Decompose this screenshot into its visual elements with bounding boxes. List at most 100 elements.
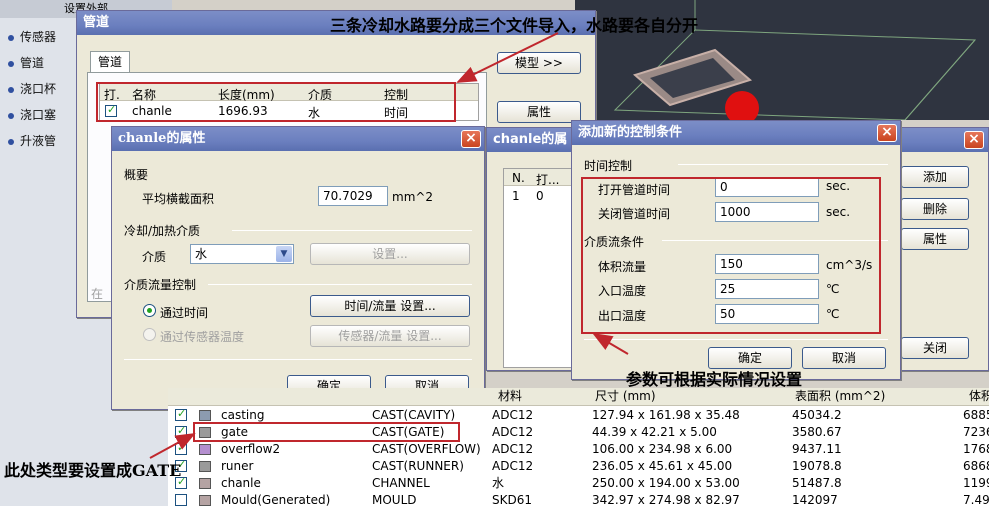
medium-select-value: 水 <box>195 247 208 261</box>
cell-name: chanle <box>221 476 261 490</box>
sidebar-item-label: 传感器 <box>20 30 57 44</box>
bullet-icon <box>8 86 14 93</box>
close-icon[interactable]: × <box>877 124 897 142</box>
model-button[interactable]: 模型 >> <box>497 52 581 74</box>
chanle-properties-title: chanle的属性 <box>112 127 484 151</box>
radio-sensor-label: 通过传感器温度 <box>160 330 245 344</box>
add-button[interactable]: 添加 <box>901 166 969 188</box>
cell-type: CHANNEL <box>372 476 430 490</box>
cancel-button[interactable]: 取消 <box>802 347 886 369</box>
close-icon[interactable]: × <box>964 131 984 149</box>
row-checkbox[interactable] <box>175 424 187 438</box>
properties-button[interactable]: 属性 <box>901 228 969 250</box>
row-checkbox[interactable] <box>175 441 187 455</box>
cell-vol: 7.49 <box>963 493 989 506</box>
sidebar-item-label: 浇口塞 <box>20 108 57 122</box>
table-row[interactable]: Mould(Generated) MOULD SKD61 342.97 x 274.9… <box>168 492 989 506</box>
sidebar-item-riser[interactable]: 升液管 <box>8 132 56 149</box>
cell-name: Mould(Generated) <box>221 493 331 506</box>
sidebar-item-sprue-cup[interactable]: 浇口杯 <box>8 80 56 97</box>
cell-material: 水 <box>492 476 505 490</box>
divider <box>124 359 472 360</box>
area-input[interactable]: 70.7029 <box>318 186 388 206</box>
color-swatch[interactable] <box>199 410 211 421</box>
cell-type: MOULD <box>372 493 417 506</box>
cell-material: ADC12 <box>492 442 534 456</box>
bullet-icon <box>8 60 14 67</box>
annotation-params: 参数可根据实际情况设置 <box>626 370 803 389</box>
chevron-down-icon[interactable]: ▼ <box>276 246 292 262</box>
sidebar-item-label: 管道 <box>20 56 45 70</box>
col-area: 表面积 (mm^2) <box>795 389 886 403</box>
sensor-flow-settings-button[interactable]: 传感器/流量 设置... <box>310 325 470 347</box>
area-label: 平均横截面积 <box>142 192 215 206</box>
sidebar-item-label: 浇口杯 <box>20 82 57 96</box>
col-volume: 体积 <box>969 389 989 403</box>
col-open: 打... <box>536 173 560 187</box>
cell-type: CAST(OVERFLOW) <box>372 442 481 456</box>
time-flow-settings-button[interactable]: 时间/流量 设置... <box>310 295 470 317</box>
cell-name: runer <box>221 459 254 473</box>
annotation-top: 三条冷却水路要分成三个文件导入，水路要各自分开 <box>330 16 699 35</box>
color-swatch[interactable] <box>199 495 211 506</box>
medium-label: 介质 <box>142 250 167 264</box>
cell-area: 45034.2 <box>792 408 842 422</box>
close-button[interactable]: 关闭 <box>901 337 969 359</box>
cell-area: 51487.8 <box>792 476 842 490</box>
cell-vol: 6885 <box>963 408 989 422</box>
section-overview: 概要 <box>124 168 149 182</box>
cell-material: ADC12 <box>492 425 534 439</box>
section-flow-control: 介质流量控制 <box>124 278 197 292</box>
tab-pipe[interactable]: 管道 <box>90 51 130 73</box>
color-swatch[interactable] <box>199 444 211 455</box>
highlight-gate-row <box>193 422 460 442</box>
color-swatch[interactable] <box>199 461 211 472</box>
cell-area: 142097 <box>792 493 838 506</box>
medium-select[interactable]: 水 ▼ <box>190 244 294 264</box>
cell-area: 9437.11 <box>792 442 842 456</box>
highlight-control-params <box>581 177 881 334</box>
sidebar-item-sprue-plug[interactable]: 浇口塞 <box>8 106 56 123</box>
cell-size: 106.00 x 234.98 x 6.00 <box>592 442 733 456</box>
row-n: 1 <box>512 189 520 203</box>
bullet-icon <box>8 112 14 119</box>
row-checkbox[interactable] <box>175 407 187 421</box>
delete-button[interactable]: 删除 <box>901 198 969 220</box>
radio-sensor[interactable] <box>143 328 156 341</box>
cell-name: overflow2 <box>221 442 281 456</box>
cell-vol: 1768 <box>963 442 989 456</box>
cell-type: CAST(RUNNER) <box>372 459 464 473</box>
close-icon[interactable]: × <box>461 130 481 148</box>
properties-button[interactable]: 属性 <box>497 101 581 123</box>
settings-button[interactable]: 设置... <box>310 243 470 265</box>
section-time-control: 时间控制 <box>584 159 633 173</box>
sidebar-item-pipe[interactable]: 管道 <box>8 54 44 71</box>
add-control-title: 添加新的控制条件 <box>572 121 900 145</box>
table-row[interactable]: chanle CHANNEL 水 250.00 x 194.00 x 53.00 514… <box>168 475 989 492</box>
table-row[interactable]: overflow2 CAST(OVERFLOW) ADC12 106.00 x 234… <box>168 441 989 458</box>
cell-material: SKD61 <box>492 493 532 506</box>
bullet-icon <box>8 138 14 145</box>
color-swatch[interactable] <box>199 478 211 489</box>
chanle-properties-window: chanle的属性 × 概要 平均横截面积 70.7029 mm^2 冷却/加热… <box>111 126 485 410</box>
radio-dot-icon <box>147 308 152 313</box>
table-row[interactable]: runer CAST(RUNNER) ADC12 236.05 x 45.61 x 4… <box>168 458 989 475</box>
divider <box>584 339 888 340</box>
col-size: 尺寸 (mm) <box>595 389 656 403</box>
cell-area: 19078.8 <box>792 459 842 473</box>
cell-size: 236.05 x 45.61 x 45.00 <box>592 459 733 473</box>
red-marker <box>725 91 759 120</box>
cell-material: ADC12 <box>492 408 534 422</box>
clipped-checkbox-label: 在 <box>91 287 104 301</box>
radio-time[interactable] <box>143 304 156 317</box>
cell-area: 3580.67 <box>792 425 842 439</box>
divider <box>208 284 472 285</box>
col-n: N. <box>512 171 525 185</box>
parts-table: 材料 尺寸 (mm) 表面积 (mm^2) 体积 castingCAST(CAV… <box>168 388 989 506</box>
area-unit: mm^2 <box>392 190 434 204</box>
right-button-panel: × 添加 删除 属性 关闭 <box>898 127 989 371</box>
sidebar-item-sensor[interactable]: 传感器 <box>8 28 56 45</box>
divider <box>232 230 472 231</box>
col-material: 材料 <box>498 389 523 403</box>
row-checkbox[interactable] <box>175 494 187 506</box>
